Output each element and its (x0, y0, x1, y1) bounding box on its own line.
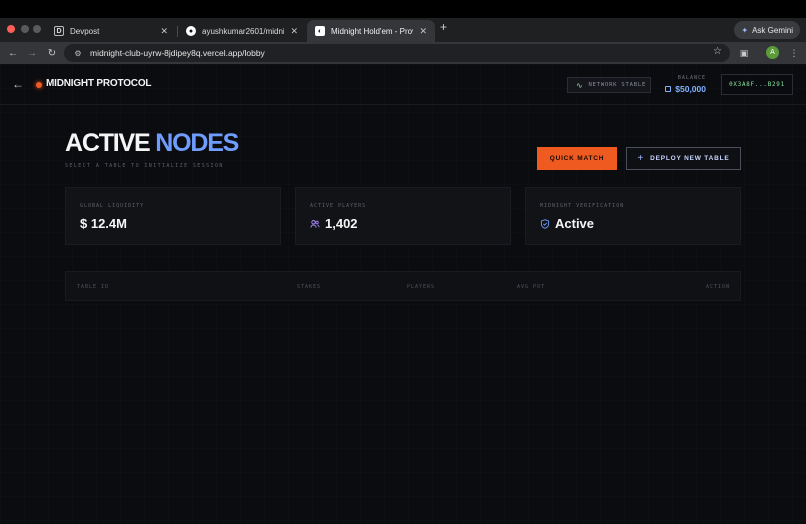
stat-card-liquidity: GLOBAL LIQUIDITY $ 12.4M (65, 187, 281, 245)
network-status-text: NETWORK STABLE (588, 82, 647, 88)
minimize-window-button[interactable] (21, 25, 29, 33)
deploy-new-table-button[interactable]: + DEPLOY NEW TABLE (626, 147, 741, 170)
page-title-word2: NODES (155, 129, 239, 157)
app-header: ← MIDNIGHT PROTOCOL ∿ NETWORK STABLE BAL… (0, 64, 806, 105)
address-bar[interactable]: ⚙ midnight-club-uyrw-8jdipey8q.vercel.ap… (64, 44, 730, 62)
close-tab-icon[interactable]: ✕ (290, 26, 298, 37)
tab-midnight-holdem[interactable]: ◐ Midnight Hold'em - Provably ✕ (307, 20, 435, 42)
gemini-sparkle-icon: ✦ (741, 25, 749, 35)
wallet-address-button[interactable]: 0X3A8F...B291 (721, 74, 793, 95)
close-tab-icon[interactable]: ✕ (419, 26, 427, 37)
stat-value: Active (555, 216, 595, 231)
page-subtitle: SELECT A TABLE TO INITIALIZE SESSION (65, 163, 224, 169)
page-title-word1: ACTIVE (65, 129, 151, 157)
stat-value-row: Active (540, 216, 594, 231)
stat-label: MIDNIGHT VERIFICATION (540, 203, 625, 209)
shield-icon (540, 218, 550, 229)
tab-title: ayushkumar2601/midnight_c (202, 26, 284, 36)
tables-list-header: TABLE ID STAKES PLAYERS AVG POT ACTION (65, 271, 741, 301)
column-header-action[interactable]: ACTION (706, 284, 730, 290)
tab-search-icon[interactable]: ▣ (737, 46, 751, 60)
plus-icon: + (637, 153, 645, 164)
browser-toolbar: ← → ↻ ⚙ midnight-club-uyrw-8jdipey8q.ver… (0, 42, 806, 64)
ask-gemini-label: Ask Gemini (752, 25, 793, 35)
column-header-avg-pot[interactable]: AVG POT (517, 284, 545, 290)
profile-avatar[interactable]: A (766, 46, 779, 59)
balance-value: $50,000 (675, 84, 706, 94)
forward-arrow-icon[interactable]: → (25, 46, 39, 60)
activity-pulse-icon: ∿ (576, 80, 584, 90)
brand-title[interactable]: MIDNIGHT PROTOCOL (46, 78, 152, 89)
tab-devpost[interactable]: D Devpost ✕ (46, 20, 176, 42)
devpost-icon: D (54, 26, 64, 36)
screen-top-bar (0, 0, 806, 18)
balance-label: BALANCE (677, 75, 706, 81)
tab-title: Devpost (70, 26, 100, 36)
column-header-stakes[interactable]: STAKES (297, 284, 321, 290)
back-arrow-icon[interactable]: ← (6, 46, 20, 60)
wallet-address-text: 0X3A8F...B291 (729, 81, 785, 88)
menu-kebab-icon[interactable]: ⋮ (787, 46, 801, 60)
ask-gemini-button[interactable]: ✦ Ask Gemini (734, 21, 800, 39)
site-settings-icon[interactable]: ⚙ (72, 47, 84, 59)
stat-card-verification: MIDNIGHT VERIFICATION Active (525, 187, 741, 245)
stat-value: 1,402 (325, 216, 358, 231)
stat-value-row: 1,402 (310, 216, 358, 231)
github-icon: ● (186, 26, 196, 36)
new-tab-button[interactable]: + (440, 20, 447, 34)
tab-github[interactable]: ● ayushkumar2601/midnight_c ✕ (178, 20, 306, 42)
zoom-window-button[interactable] (33, 25, 41, 33)
column-header-table-id[interactable]: TABLE ID (77, 284, 109, 290)
app-viewport: ← MIDNIGHT PROTOCOL ∿ NETWORK STABLE BAL… (0, 64, 806, 524)
stat-card-players: ACTIVE PLAYERS 1,402 (295, 187, 511, 245)
stat-label: ACTIVE PLAYERS (310, 203, 367, 209)
tab-title: Midnight Hold'em - Provably (331, 26, 413, 36)
url-text[interactable]: midnight-club-uyrw-8jdipey8q.vercel.app/… (90, 48, 265, 58)
page-title: ACTIVE NODES (65, 129, 239, 157)
reload-icon[interactable]: ↻ (45, 46, 59, 60)
column-header-players[interactable]: PLAYERS (407, 284, 435, 290)
bookmark-star-icon[interactable]: ☆ (713, 46, 722, 57)
close-tab-icon[interactable]: ✕ (160, 26, 168, 37)
deploy-new-table-label: DEPLOY NEW TABLE (650, 155, 730, 162)
stat-value: $ 12.4M (80, 216, 127, 231)
users-icon (310, 219, 320, 229)
back-arrow-icon[interactable]: ← (12, 77, 24, 91)
close-window-button[interactable] (7, 25, 15, 33)
quick-match-button[interactable]: QUICK MATCH (537, 147, 617, 170)
midnight-icon: ◐ (315, 26, 325, 36)
stat-label: GLOBAL LIQUIDITY (80, 203, 145, 209)
network-status-badge: ∿ NETWORK STABLE (567, 77, 651, 93)
brand-logo-icon (36, 82, 42, 88)
